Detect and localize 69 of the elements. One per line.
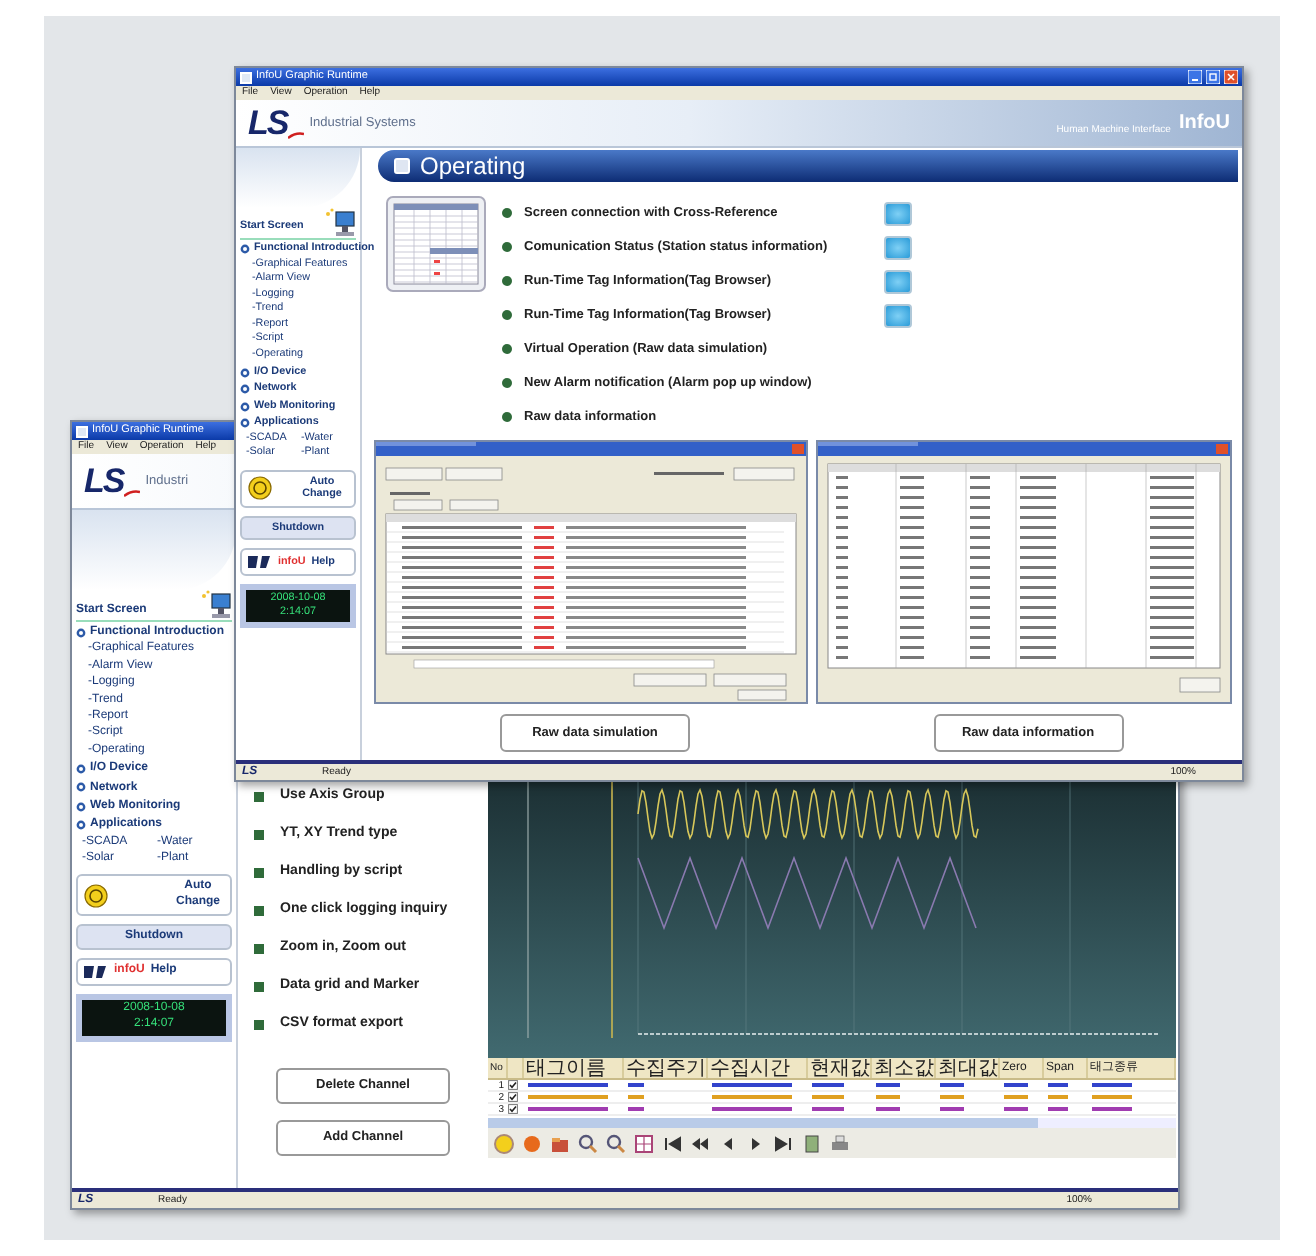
table-thumbnail-drawing [386, 196, 486, 292]
bullet-icon [240, 384, 250, 395]
bullet-icon [502, 344, 512, 354]
printer-icon[interactable] [830, 1133, 850, 1153]
bullet-icon [76, 819, 86, 830]
bullet-icon [502, 208, 512, 218]
bullet-icon [502, 242, 512, 252]
last-icon[interactable] [774, 1133, 794, 1153]
grid-icon[interactable] [634, 1133, 654, 1153]
bullet-icon [254, 1020, 264, 1030]
bullet-icon [254, 868, 264, 878]
bullet-icon [502, 378, 512, 388]
bullet-icon [502, 276, 512, 286]
horizontal-scrollbar[interactable] [488, 1118, 1176, 1128]
section-heading: Operating [378, 150, 1238, 182]
magnifier-icon[interactable] [578, 1133, 598, 1153]
first-icon[interactable] [662, 1133, 682, 1153]
document-icon[interactable] [802, 1133, 822, 1153]
bullet-icon [254, 906, 264, 916]
swoosh-icon [287, 132, 304, 140]
record-icon[interactable] [494, 1133, 514, 1153]
bullet-icon [502, 310, 512, 320]
monitor-icon [324, 208, 356, 236]
help-logo-icon [84, 964, 108, 981]
checked-checkbox-icon[interactable] [508, 1092, 518, 1102]
bullet-icon [76, 763, 86, 774]
bullet-icon [240, 367, 250, 378]
bullet-icon [502, 412, 512, 422]
product-name: InfoU [1178, 110, 1230, 138]
link-button[interactable] [884, 235, 912, 259]
stop-icon[interactable] [522, 1133, 542, 1153]
bullet-icon [240, 244, 250, 255]
monitor-icon [200, 590, 232, 618]
swoosh-icon [123, 490, 140, 498]
column-header: 현재값 [808, 1058, 872, 1078]
minimize-icon[interactable] [1188, 70, 1202, 84]
dial-icon [248, 476, 272, 501]
checked-checkbox-icon[interactable] [508, 1080, 518, 1090]
checked-checkbox-icon[interactable] [508, 1104, 518, 1114]
column-header: 태그이름 [524, 1058, 624, 1078]
logo: LS [84, 464, 124, 498]
maximize-icon[interactable] [1206, 70, 1220, 84]
column-header: 수집주기 [624, 1058, 708, 1078]
dial-icon [84, 883, 108, 908]
link-button[interactable] [884, 201, 912, 225]
bullet-icon [254, 792, 264, 802]
bullet-icon [240, 401, 250, 412]
square-icon [394, 158, 410, 174]
logo: LS [248, 106, 288, 140]
link-button[interactable] [884, 269, 912, 293]
column-header: 최대값 [936, 1058, 1000, 1078]
bullet-icon [76, 801, 86, 812]
app-icon [240, 71, 252, 83]
bullet-icon [254, 982, 264, 992]
help-logo-icon [248, 554, 272, 571]
bullet-icon [76, 627, 86, 638]
bullet-icon [254, 830, 264, 840]
link-button[interactable] [884, 303, 912, 327]
rewind-icon[interactable] [690, 1133, 710, 1153]
sidebar-header-background [236, 148, 360, 208]
bullet-icon [76, 782, 86, 793]
bullet-icon [254, 944, 264, 954]
bullet-icon [240, 418, 250, 429]
close-icon[interactable] [1224, 70, 1238, 84]
column-header: 수집시간 [708, 1058, 808, 1078]
app-icon [76, 425, 88, 437]
magnifier-icon[interactable] [606, 1133, 626, 1153]
folder-icon[interactable] [550, 1133, 570, 1153]
column-header: 최소값 [872, 1058, 936, 1078]
